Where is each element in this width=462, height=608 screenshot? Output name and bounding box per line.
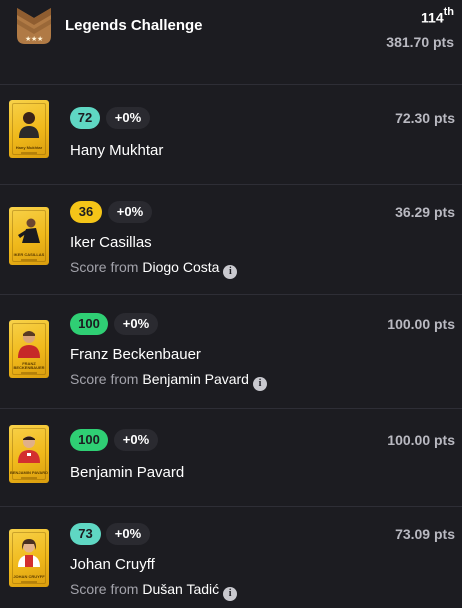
score-badge: 36	[70, 201, 102, 223]
total-points: 381.70 pts	[386, 34, 454, 50]
score-badge: 100	[70, 313, 108, 335]
score-from-player: Benjamin Pavard	[142, 371, 249, 387]
delta-badge: +0%	[108, 201, 152, 223]
lineup-row[interactable]: IKER CASILLAS 36 +0% 36.29 pts Iker Casi…	[0, 184, 462, 295]
player-points: 100.00 pts	[387, 316, 455, 332]
card-player-name: JOHAN CRUYFF	[13, 574, 45, 579]
score-from: Score from Benjamin Pavard i	[70, 371, 267, 391]
chevron-stars-badge-icon: ★ ★ ★	[17, 8, 51, 44]
player-points: 100.00 pts	[387, 432, 455, 448]
delta-badge: +0%	[114, 429, 158, 451]
card-player-name: IKER CASILLAS	[13, 252, 45, 257]
info-icon[interactable]: i	[223, 587, 238, 601]
player-portrait	[18, 331, 40, 358]
score-from-label: Score from	[70, 259, 139, 275]
player-points: 72.30 pts	[395, 110, 455, 126]
player-card[interactable]: Hany Mukhtar	[9, 100, 49, 158]
score-from: Score from Diogo Costa i	[70, 259, 238, 279]
player-name: Hany Mukhtar	[70, 142, 164, 159]
lineup-row[interactable]: JOHAN CRUYFF 73 +0% 73.09 pts Johan Cruy…	[0, 506, 462, 608]
score-badge: 73	[70, 523, 101, 545]
card-player-name: Hany Mukhtar	[15, 145, 43, 150]
lineup-row[interactable]: BENJAMIN PAVARD 100 +0% 100.00 pts Benja…	[0, 408, 462, 507]
player-portrait	[19, 112, 39, 138]
player-portrait	[18, 539, 40, 567]
info-icon[interactable]: i	[223, 265, 238, 279]
player-card[interactable]: IKER CASILLAS	[9, 207, 49, 265]
player-name: Benjamin Pavard	[70, 464, 185, 481]
delta-badge: +0%	[114, 313, 158, 335]
player-name: Franz Beckenbauer	[70, 346, 201, 363]
player-points: 36.29 pts	[395, 204, 455, 220]
score-from-label: Score from	[70, 581, 139, 597]
lineup-row[interactable]: Hany Mukhtar 72 +0% 72.30 pts Hany Mukht…	[0, 84, 462, 185]
delta-badge: +0%	[106, 107, 150, 129]
player-name: Johan Cruyff	[70, 556, 155, 573]
score-from-label: Score from	[70, 371, 139, 387]
score-from-player: Diogo Costa	[142, 259, 220, 275]
player-points: 73.09 pts	[395, 526, 455, 542]
score-badge: 72	[70, 107, 100, 129]
player-name: Iker Casillas	[70, 234, 152, 251]
lineup-row[interactable]: FRANZ BECKENBAUER 100 +0% 100.00 pts Fra…	[0, 294, 462, 409]
challenge-title: Legends Challenge	[65, 17, 203, 34]
rank-suffix: th	[443, 6, 454, 18]
card-player-name: BENJAMIN PAVARD	[9, 470, 48, 475]
score-from: Score from Dušan Tadić i	[70, 581, 238, 601]
player-card[interactable]: FRANZ BECKENBAUER	[9, 320, 49, 378]
info-icon[interactable]: i	[252, 377, 267, 391]
delta-badge: +0%	[106, 523, 150, 545]
player-portrait	[18, 218, 40, 243]
challenge-header: ★ ★ ★ Legends Challenge 114th 381.70 pts	[0, 0, 462, 84]
player-portrait	[18, 436, 40, 463]
card-player-name: FRANZ BECKENBAUER	[13, 361, 45, 370]
rank: 114th	[421, 6, 454, 26]
player-card[interactable]: JOHAN CRUYFF	[9, 529, 49, 587]
score-badge: 100	[70, 429, 108, 451]
score-from-player: Dušan Tadić	[142, 581, 220, 597]
svg-text:★: ★	[37, 35, 43, 43]
player-card[interactable]: BENJAMIN PAVARD	[9, 425, 49, 483]
rank-number: 114	[421, 9, 444, 26]
